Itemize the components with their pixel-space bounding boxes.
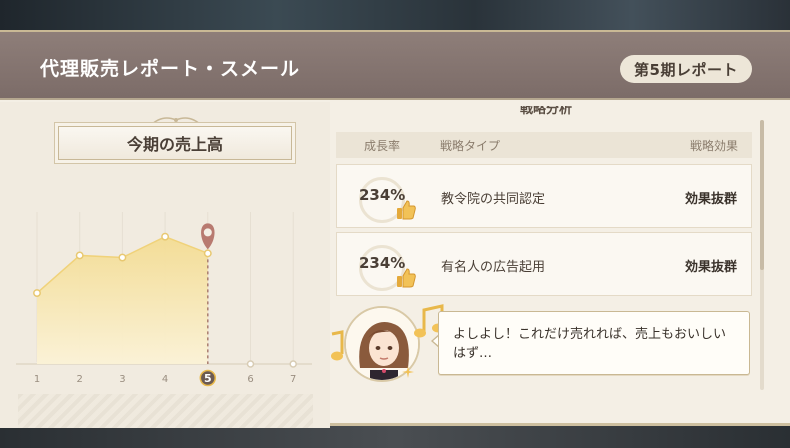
sales-chart-panel: 今期の売上高 1234567 [0,102,330,428]
x-tick-label: 7 [290,374,296,385]
sales-area-chart: 1 2 3 4 5 6 7 [16,212,312,387]
data-point [75,251,84,260]
column-effect: 戦略効果 [689,139,738,153]
x-tick-label: 5 [204,372,212,385]
x-tick-label: 2 [77,374,83,385]
x-tick-label: 4 [162,374,168,385]
scrollbar-thumb[interactable] [760,120,764,270]
analysis-column-header: 成長率 戦略タイプ 戦略効果 [336,132,752,158]
empty-point [246,360,255,368]
dialogue-bubble[interactable]: よしよし！これだけ売れれば、売上もおいしいはず… [438,311,750,375]
strategy-effect: 効果抜群 [684,192,737,207]
empty-point [289,360,297,368]
report-header: 代理販売レポート・スメール 第5期レポート [0,32,790,100]
chart-footer-hatch [18,394,313,428]
strategy-type: 教令院の共同認定 [441,192,546,207]
sparkle-icon [402,366,414,378]
background-bottom [0,426,790,448]
strategy-analysis-panel: 戦略分析 成長率 戦略タイプ 戦略効果 234% 教令院の共同認定 効果抜群 2… [336,102,756,428]
x-tick-label: 3 [119,374,125,385]
music-note-icon [331,330,344,361]
strategy-effect: 効果抜群 [684,260,737,275]
data-point [118,253,127,262]
strategy-type: 有名人の広告起用 [441,260,546,275]
data-point [33,289,41,297]
background-top [0,0,790,30]
data-point [161,232,170,241]
strategy-row[interactable]: 234% 教令院の共同認定 効果抜群 [336,164,752,228]
thumbs-up-icon [397,268,416,288]
column-rate: 成長率 [364,139,401,153]
strategy-row[interactable]: 234% 有名人の広告起用 効果抜群 [336,232,752,296]
x-tick-label: 6 [247,374,253,385]
report-title: 代理販売レポート・スメール [40,58,301,80]
thumbs-up-icon [397,200,416,220]
map-pin-icon [201,223,215,250]
analysis-scrollbar[interactable] [760,120,764,390]
x-tick-label: 1 [34,374,40,385]
data-point [203,249,212,258]
period-badge[interactable]: 第5期レポート [620,55,752,83]
section-title: 戦略分析 [519,106,572,117]
column-type: 戦略タイプ [440,139,501,153]
